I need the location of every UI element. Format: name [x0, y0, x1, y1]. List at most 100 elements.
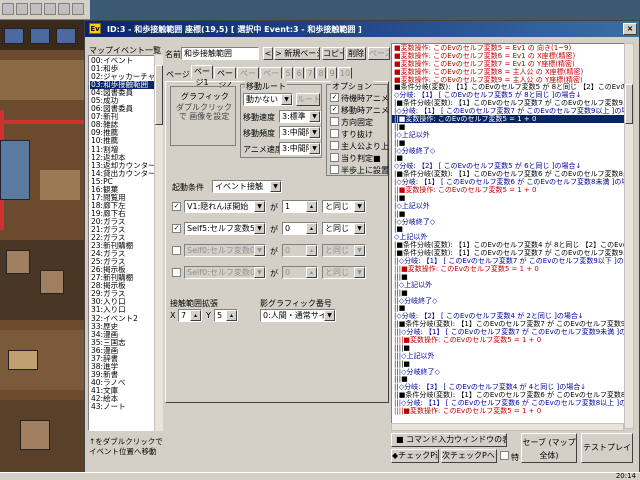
script-line[interactable]: |■条件分岐(変数): 【1】このEvのセルフ変数6 が このEvのセルフ変数8…: [392, 170, 633, 178]
tab-page-1[interactable]: ページ1: [191, 65, 213, 87]
script-line[interactable]: ||||■: [392, 344, 633, 352]
script-line[interactable]: ||◇分岐: 【3】 [ このEvのセルフ変数4 が 4と同じ ]の場合↓: [392, 383, 633, 391]
save-button[interactable]: セーブ (マップ全体): [521, 433, 577, 463]
tab-page-10[interactable]: 10: [338, 67, 352, 79]
range-y-input[interactable]: 5 ▴: [214, 309, 238, 322]
scrollbar-thumb[interactable]: [625, 84, 633, 124]
toolbar-button[interactable]: [16, 3, 28, 15]
option-checkbox[interactable]: ✓: [330, 105, 339, 114]
title-bar[interactable]: Ev ID:3 - 和歩接触範囲 座標(19,5) [ 選択中 Event:3 …: [85, 21, 639, 37]
script-line[interactable]: |■: [392, 154, 633, 163]
route-button[interactable]: ルート: [296, 93, 320, 106]
condition-variable-select[interactable]: Self0:セルフ変数0 ▼: [184, 266, 266, 279]
option-checkbox[interactable]: [330, 141, 339, 150]
test-play-button[interactable]: テストプレイ: [581, 433, 633, 463]
scrollbar-thumb[interactable]: [155, 65, 163, 125]
event-script[interactable]: ■変数操作: このEvのセルフ変数5 = Ev1 の 向き(1~9) ■変数操作:…: [391, 43, 634, 429]
move-speed-select[interactable]: 3:標準 ▼: [279, 110, 321, 123]
script-line[interactable]: |■条件分岐(変数): 【1】このEvのセルフ変数4 が 8と同じ 【2】このE…: [392, 241, 633, 249]
script-line[interactable]: ||■: [392, 194, 633, 202]
script-line[interactable]: ||■変数操作: このEvのセルフ変数5 = 1 + 0: [392, 186, 633, 194]
script-line[interactable]: ||■変数操作: このEvのセルフ変数5 = 1 + 0: [392, 115, 633, 123]
condition-variable-select[interactable]: Self0:セルフ変数0 ▼: [184, 244, 266, 257]
condition-value-input[interactable]: 0 ▴: [282, 266, 318, 279]
script-line[interactable]: |◇分岐終了◇: [392, 147, 633, 155]
script-line[interactable]: |◇分岐: 【2】 [ このEvのセルフ変数4 が 2と同じ ]の場合↓: [392, 312, 633, 320]
script-line[interactable]: ■条件分岐(変数): 【1】このEvのセルフ変数5 が 8と同じ 【2】このEv…: [392, 83, 633, 92]
special-checkbox[interactable]: [500, 451, 509, 460]
tab-page-9[interactable]: 9: [327, 67, 337, 79]
toolbar-button[interactable]: [58, 3, 70, 15]
script-line[interactable]: ■変数操作: このEvのセルフ変数6 = Ev1 の X座標(精密): [392, 52, 633, 60]
script-line[interactable]: ■変数操作: このEvのセルフ変数8 = 主人公 の X座標(精密): [392, 68, 633, 76]
toolbar-button[interactable]: [44, 3, 56, 15]
script-line[interactable]: ||◇上記以外: [392, 281, 633, 289]
condition-variable-select[interactable]: V1:隠れんぼ開始 ▼: [184, 200, 266, 213]
script-line[interactable]: |||◇分岐: 【1】 [ このEvのセルフ変数7 が このEvのセルフ変数9未…: [392, 328, 633, 336]
script-line[interactable]: ||||■変数操作: このEvのセルフ変数5 = 1 + 0: [392, 336, 633, 344]
script-line[interactable]: ||■: [392, 123, 633, 131]
script-line[interactable]: |◇分岐: 【1】 [ このEvのセルフ変数6 が このEvのセルフ変数8未満 …: [392, 178, 633, 186]
condition-value-input[interactable]: 0 ▴: [282, 244, 318, 257]
script-line[interactable]: |||■: [392, 375, 633, 383]
script-line[interactable]: |||◇上記以外: [392, 352, 633, 360]
script-line[interactable]: ◇上記以外: [392, 233, 633, 241]
graphic-box[interactable]: グラフィック ダブルクリックで 画像を設定: [170, 86, 236, 146]
condition-checkbox[interactable]: [172, 246, 181, 255]
event-name-field[interactable]: 和歩接触範囲: [181, 47, 259, 60]
event-list[interactable]: 00:イベント01:和歩02:ジャッカーチャンス03:和歩接触範囲04:図書委員…: [88, 55, 162, 431]
script-line[interactable]: |◇分岐: 【1】 [ このEvのセルフ変数7 が このEvのセルフ変数9以上 …: [392, 107, 633, 115]
script-line[interactable]: |||■変数操作: このEvのセルフ変数5 = 1 + 0: [392, 265, 633, 273]
map-editor-background[interactable]: [0, 0, 90, 480]
tab-page-3[interactable]: ページ3: [237, 67, 259, 89]
script-line[interactable]: ||■条件分岐(変数): 【1】このEvのセルフ変数6 が このEvのセルフ変数…: [392, 391, 633, 399]
prev-page-button[interactable]: <: [263, 47, 273, 60]
script-line[interactable]: |◇上記以外: [392, 202, 633, 210]
close-button[interactable]: ×: [623, 23, 637, 35]
move-type-select[interactable]: 動かない ▼: [243, 93, 293, 106]
tab-page-5[interactable]: 5: [283, 67, 293, 79]
script-line[interactable]: ||||■: [392, 360, 633, 368]
script-line[interactable]: |◇分岐終了◇: [392, 218, 633, 226]
script-line[interactable]: ||◇分岐終了◇: [392, 297, 633, 305]
option-checkbox[interactable]: [330, 165, 339, 174]
move-freq-select[interactable]: 3:中間隔 ▼: [279, 126, 321, 139]
script-vscrollbar[interactable]: [624, 43, 634, 429]
script-line[interactable]: ||■: [392, 304, 633, 312]
toolbar-button[interactable]: [30, 3, 42, 15]
paste-button[interactable]: ペースト: [368, 47, 390, 60]
toolbar-button[interactable]: [2, 3, 14, 15]
script-line[interactable]: ||■: [392, 139, 633, 147]
condition-checkbox[interactable]: ✓: [172, 224, 181, 233]
script-hscrollbar[interactable]: [391, 423, 624, 431]
event-list-scrollbar[interactable]: [154, 55, 163, 431]
condition-value-input[interactable]: 1 ▴: [282, 200, 318, 213]
condition-variable-select[interactable]: Self5:セルフ変数5 ▼: [184, 222, 266, 235]
tab-page-8[interactable]: 8: [316, 67, 326, 79]
anime-speed-select[interactable]: 3:中間隔 ▼: [279, 142, 321, 155]
condition-compare-select[interactable]: と同じ ▼: [322, 222, 366, 235]
condition-compare-select[interactable]: と同じ ▼: [322, 244, 366, 257]
condition-checkbox[interactable]: ✓: [172, 202, 181, 211]
command-input-button[interactable]: ■ コマンド入力ウィンドウの表示: [391, 433, 507, 447]
script-line[interactable]: |■条件分岐(変数): 【1】このEvのセルフ変数7 が このEvのセルフ変数9…: [392, 249, 633, 257]
option-checkbox[interactable]: [330, 153, 339, 162]
start-cond-select[interactable]: イベント接触 ▼: [212, 180, 282, 193]
condition-compare-select[interactable]: と同じ ▼: [322, 266, 366, 279]
range-x-input[interactable]: 7 ▴: [178, 309, 202, 322]
option-checkbox[interactable]: [330, 129, 339, 138]
option-checkbox[interactable]: [330, 117, 339, 126]
script-line[interactable]: ■変数操作: このEvのセルフ変数7 = Ev1 の Y座標(精密): [392, 60, 633, 68]
condition-value-input[interactable]: 0 ▴: [282, 222, 318, 235]
checkpoint-add-button[interactable]: ◆チェックP追加: [391, 449, 439, 463]
script-line[interactable]: |||◇分岐: 【1】 [ このEvのセルフ変数6 が このEvのセルフ変数8以…: [392, 399, 633, 407]
script-line[interactable]: ||■: [392, 210, 633, 218]
script-line[interactable]: |||■: [392, 289, 633, 297]
script-line[interactable]: |◇上記以外: [392, 131, 633, 139]
tab-page-4[interactable]: ページ4: [260, 67, 282, 89]
script-line[interactable]: ||◇分岐: 【1】 [ このEvのセルフ変数7 が このEvのセルフ変数9以下…: [392, 257, 633, 265]
script-line[interactable]: ||■条件分岐(変数): 【1】このEvのセルフ変数7 が このEvのセルフ変数…: [392, 320, 633, 328]
shadow-select[interactable]: 0:人間・通常サイズ ▼: [260, 309, 336, 322]
list-item[interactable]: 43:ノート: [90, 402, 160, 411]
checkpoint-next-button[interactable]: 次チェックPへジャンプ: [441, 449, 497, 463]
